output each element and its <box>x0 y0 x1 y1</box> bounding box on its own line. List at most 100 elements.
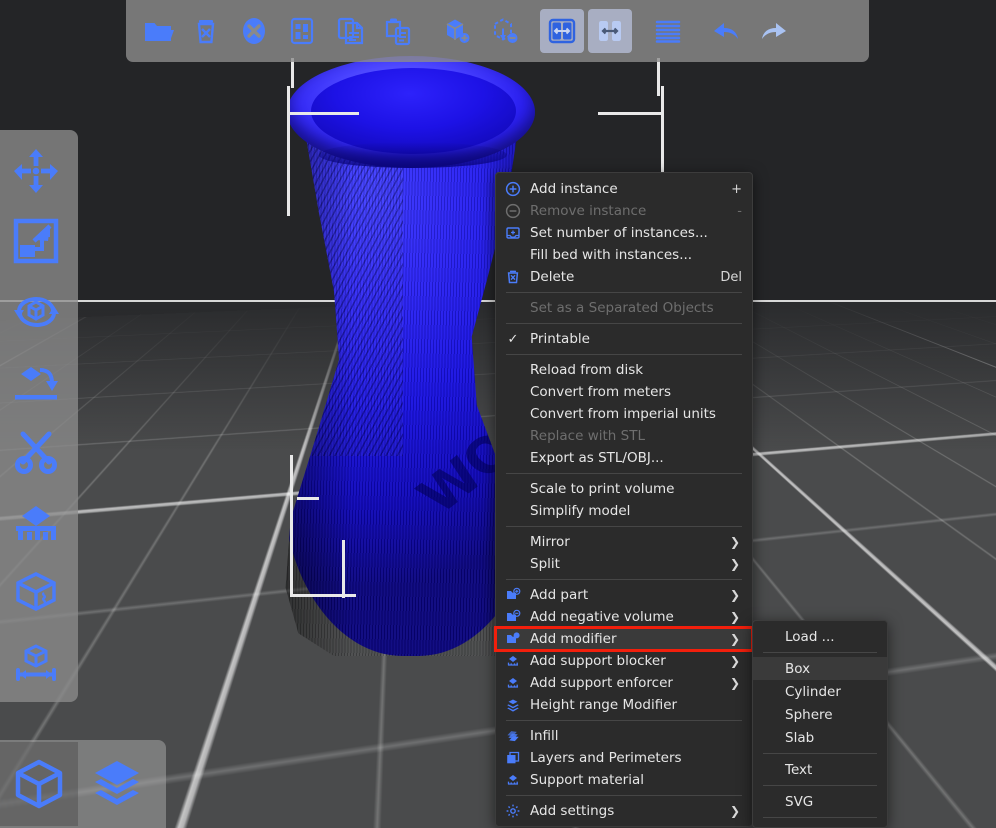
menu-item-convert-from-meters[interactable]: Convert from meters <box>496 381 752 403</box>
menu-item-set-number-of-instances[interactable]: Set number of instances... <box>496 222 752 244</box>
selection-bracket-bl-h <box>290 594 356 597</box>
menu-item-shortcut: - <box>723 204 742 219</box>
menu-item-label: Convert from meters <box>530 384 742 400</box>
menu-item-split[interactable]: Split ❯ <box>496 553 752 575</box>
delete-icon[interactable] <box>184 9 228 53</box>
menu-item-label: Height range Modifier <box>530 697 742 713</box>
menu-item-shortcut: + <box>717 182 742 197</box>
copy-icon[interactable] <box>328 9 372 53</box>
remove-instance-icon <box>496 203 530 219</box>
menu-item-printable[interactable]: ✓ Printable <box>496 328 752 350</box>
menu-separator <box>506 354 742 355</box>
editor-view-button[interactable] <box>0 742 78 826</box>
menu-item-add-settings[interactable]: Add settings ❯ <box>496 800 752 822</box>
place-on-face-tool[interactable] <box>0 346 72 416</box>
layers-editing-icon[interactable] <box>646 9 690 53</box>
menu-item-convert-from-imperial-units[interactable]: Convert from imperial units <box>496 403 752 425</box>
menu-item-reload-from-disk[interactable]: Reload from disk <box>496 359 752 381</box>
submenu-separator <box>763 817 877 818</box>
selection-bracket-tr-h <box>598 112 664 115</box>
paste-icon[interactable] <box>376 9 420 53</box>
add-instance-icon[interactable] <box>434 9 478 53</box>
menu-item-add-support-enforcer[interactable]: Add support enforcer ❯ <box>496 672 752 694</box>
arrange-icon[interactable] <box>280 9 324 53</box>
gear-icon <box>496 803 530 819</box>
menu-item-shortcut: Del <box>706 270 742 285</box>
menu-item-label: Add negative volume <box>530 609 728 625</box>
move-tool[interactable] <box>0 136 72 206</box>
menu-item-label: Layers and Perimeters <box>530 750 742 766</box>
menu-item-mirror[interactable]: Mirror ❯ <box>496 531 752 553</box>
submenu-item-gallery[interactable]: Gallery <box>753 822 887 828</box>
menu-item-replace-with-stl: Replace with STL <box>496 425 752 447</box>
menu-item-export-as-stl-obj[interactable]: Export as STL/OBJ... <box>496 447 752 469</box>
rotate-tool[interactable] <box>0 276 72 346</box>
split-parts-icon[interactable] <box>588 9 632 53</box>
submenu-item-load[interactable]: Load ... <box>753 625 887 648</box>
submenu-separator <box>763 785 877 786</box>
measure-tool[interactable] <box>0 626 72 696</box>
menu-item-support-material[interactable]: Support material <box>496 769 752 791</box>
menu-item-label: Add instance <box>530 181 717 197</box>
check-icon: ✓ <box>496 332 530 347</box>
preview-view-button[interactable] <box>78 742 156 826</box>
chevron-right-icon: ❯ <box>728 535 742 549</box>
menu-item-label: Add modifier <box>530 631 728 647</box>
menu-item-label: Export as STL/OBJ... <box>530 450 742 466</box>
menu-item-label: Scale to print volume <box>530 481 742 497</box>
menu-separator <box>506 720 742 721</box>
height-range-icon <box>496 697 530 713</box>
submenu-item-text[interactable]: Text <box>753 758 887 781</box>
menu-item-fill-bed-with-instances[interactable]: Fill bed with instances... <box>496 244 752 266</box>
support-blocker-icon <box>496 653 530 669</box>
menu-item-label: Printable <box>530 331 742 347</box>
menu-item-set-as-separated-objects: Set as a Separated Objects <box>496 297 752 319</box>
submenu-item-label: Load ... <box>785 629 835 645</box>
menu-item-label: Add support enforcer <box>530 675 728 691</box>
submenu-item-svg[interactable]: SVG <box>753 790 887 813</box>
add-modifier-icon <box>496 631 530 647</box>
menu-separator <box>506 795 742 796</box>
menu-item-remove-instance: Remove instance - <box>496 200 752 222</box>
submenu-item-cylinder[interactable]: Cylinder <box>753 680 887 703</box>
submenu-item-slab[interactable]: Slab <box>753 726 887 749</box>
menu-item-label: Reload from disk <box>530 362 742 378</box>
menu-item-add-support-blocker[interactable]: Add support blocker ❯ <box>496 650 752 672</box>
menu-item-label: Remove instance <box>530 203 723 219</box>
selection-guide-topright <box>657 58 660 96</box>
menu-item-height-range-modifier[interactable]: Height range Modifier <box>496 694 752 716</box>
view-mode-toggle <box>0 740 166 828</box>
split-objects-icon[interactable] <box>540 9 584 53</box>
submenu-item-label: SVG <box>785 794 813 810</box>
menu-item-add-modifier[interactable]: Add modifier ❯ <box>496 628 752 650</box>
menu-item-add-instance[interactable]: Add instance + <box>496 178 752 200</box>
add-modifier-submenu: Load ... Box Cylinder Sphere Slab Text S… <box>752 620 888 828</box>
chevron-right-icon: ❯ <box>728 632 742 646</box>
menu-separator <box>506 579 742 580</box>
seam-paint-tool[interactable] <box>0 556 72 626</box>
left-toolbar <box>0 130 78 702</box>
cut-tool[interactable] <box>0 416 72 486</box>
delete-all-icon[interactable] <box>232 9 276 53</box>
menu-item-layers-and-perimeters[interactable]: Layers and Perimeters <box>496 747 752 769</box>
menu-item-scale-to-print-volume[interactable]: Scale to print volume <box>496 478 752 500</box>
remove-instance-icon[interactable] <box>482 9 526 53</box>
menu-item-infill[interactable]: Infill <box>496 725 752 747</box>
submenu-item-box[interactable]: Box <box>753 657 887 680</box>
menu-item-label: Add support blocker <box>530 653 728 669</box>
redo-icon[interactable] <box>752 9 796 53</box>
add-negative-icon <box>496 609 530 625</box>
support-paint-tool[interactable] <box>0 486 72 556</box>
menu-item-add-negative-volume[interactable]: Add negative volume ❯ <box>496 606 752 628</box>
menu-item-label: Split <box>530 556 728 572</box>
undo-icon[interactable] <box>704 9 748 53</box>
scale-tool[interactable] <box>0 206 72 276</box>
chevron-right-icon: ❯ <box>728 804 742 818</box>
submenu-item-sphere[interactable]: Sphere <box>753 703 887 726</box>
menu-item-label: Add settings <box>530 803 728 819</box>
menu-item-delete[interactable]: Delete Del <box>496 266 752 288</box>
menu-item-add-part[interactable]: Add part ❯ <box>496 584 752 606</box>
menu-separator <box>506 473 742 474</box>
menu-item-simplify-model[interactable]: Simplify model <box>496 500 752 522</box>
open-folder-icon[interactable] <box>136 9 180 53</box>
